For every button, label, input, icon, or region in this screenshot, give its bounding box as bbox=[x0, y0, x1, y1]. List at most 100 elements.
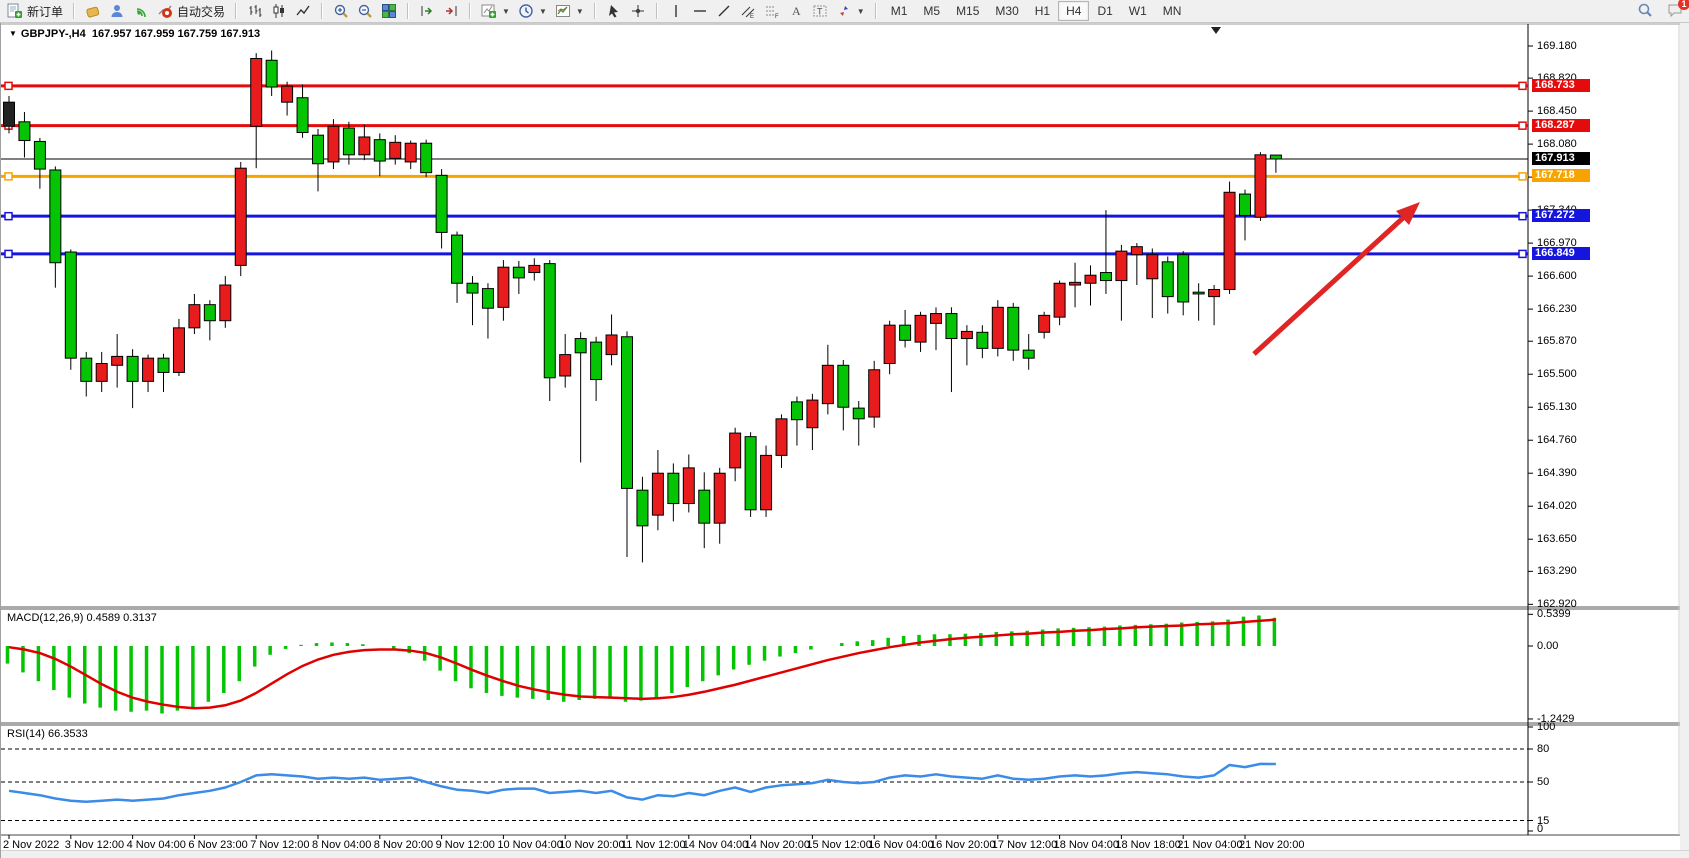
candle bbox=[652, 473, 663, 515]
pivot-line-handle[interactable] bbox=[1519, 173, 1526, 180]
timeframe-button-w1[interactable]: W1 bbox=[1121, 1, 1155, 21]
candle bbox=[668, 473, 679, 503]
text-button[interactable]: A bbox=[784, 2, 808, 20]
candle bbox=[544, 264, 555, 378]
candle bbox=[915, 315, 926, 342]
resistance-line-1-handle[interactable] bbox=[1519, 82, 1526, 89]
toolbar-button-label: 自动交易 bbox=[177, 3, 225, 20]
template-button[interactable]: ▼ bbox=[551, 2, 588, 20]
support-line-2-price-badge: 166.849 bbox=[1532, 247, 1590, 260]
chart-menu-icon[interactable]: ▼ bbox=[9, 29, 17, 38]
resistance-line-1-handle[interactable] bbox=[5, 82, 12, 89]
publisher-button[interactable] bbox=[81, 2, 105, 20]
cursor-button[interactable] bbox=[602, 2, 626, 20]
candle bbox=[529, 265, 540, 272]
chart-shift-marker[interactable] bbox=[1211, 27, 1221, 34]
candle bbox=[931, 314, 942, 324]
candle bbox=[482, 289, 493, 309]
bar-chart-button[interactable] bbox=[243, 2, 267, 20]
chevron-down-icon[interactable]: ▼ bbox=[576, 7, 584, 16]
vline-button[interactable] bbox=[664, 2, 688, 20]
chevron-down-icon[interactable]: ▼ bbox=[857, 7, 865, 16]
community-icon bbox=[109, 3, 125, 19]
main-toolbar: 新订单 自动交易 ▼ ▼ ▼ E FAT ▼ M1M5M15M30H1H4D1W1MN 1 bbox=[0, 0, 1689, 23]
vline-icon bbox=[668, 3, 684, 19]
timeframe-button-mn[interactable]: MN bbox=[1155, 1, 1190, 21]
timeframe-button-d1[interactable]: D1 bbox=[1089, 1, 1120, 21]
chat-badge: 1 bbox=[1678, 0, 1689, 10]
shift-chart-button[interactable] bbox=[415, 2, 439, 20]
trendline-button[interactable] bbox=[712, 2, 736, 20]
arrows-button[interactable]: ▼ bbox=[832, 2, 869, 20]
pivot-line-handle[interactable] bbox=[5, 173, 12, 180]
periods-button[interactable]: ▼ bbox=[514, 2, 551, 20]
candle bbox=[575, 339, 586, 353]
candle bbox=[266, 60, 277, 87]
candle bbox=[776, 419, 787, 456]
rsi-axis-label: 50 bbox=[1537, 776, 1549, 788]
line-chart-button[interactable] bbox=[291, 2, 315, 20]
zoom-out-button[interactable] bbox=[353, 2, 377, 20]
add-indicator-icon bbox=[481, 3, 497, 19]
candlestick-icon bbox=[271, 3, 287, 19]
price-axis-label: 166.600 bbox=[1537, 270, 1577, 282]
svg-text:F: F bbox=[775, 14, 779, 19]
support-line-2-handle[interactable] bbox=[5, 250, 12, 257]
price-axis-label: 168.080 bbox=[1537, 138, 1577, 150]
price-axis-label: 164.390 bbox=[1537, 467, 1577, 479]
signals-button[interactable] bbox=[129, 2, 153, 20]
candle bbox=[297, 98, 308, 133]
autotrading-icon bbox=[157, 3, 173, 19]
support-line-1-handle[interactable] bbox=[1519, 213, 1526, 220]
label-icon: T bbox=[812, 3, 828, 19]
crosshair-icon bbox=[630, 3, 646, 19]
candle bbox=[96, 364, 107, 382]
timeframe-button-m15[interactable]: M15 bbox=[948, 1, 987, 21]
chat-icon[interactable]: 1 bbox=[1667, 2, 1683, 21]
trendline-icon bbox=[716, 3, 732, 19]
label-button[interactable]: T bbox=[808, 2, 832, 20]
hline-button[interactable] bbox=[688, 2, 712, 20]
candle bbox=[946, 314, 957, 339]
crosshair-button[interactable] bbox=[626, 2, 650, 20]
search-icon[interactable] bbox=[1637, 2, 1653, 21]
timeframe-button-m5[interactable]: M5 bbox=[915, 1, 948, 21]
candlestick-button[interactable] bbox=[267, 2, 291, 20]
candle bbox=[359, 137, 370, 155]
candle bbox=[900, 325, 911, 340]
timeframe-button-h1[interactable]: H1 bbox=[1027, 1, 1058, 21]
candle bbox=[853, 408, 864, 419]
support-line-1-handle[interactable] bbox=[5, 213, 12, 220]
current-price-line-price-badge: 167.913 bbox=[1532, 152, 1590, 165]
candle bbox=[822, 365, 833, 403]
toolbar-separator bbox=[235, 3, 237, 19]
candle bbox=[838, 365, 849, 407]
chevron-down-icon[interactable]: ▼ bbox=[502, 7, 510, 16]
candle bbox=[560, 355, 571, 376]
candle bbox=[622, 337, 633, 489]
candle bbox=[730, 433, 741, 468]
add-indicator-button[interactable]: ▼ bbox=[477, 2, 514, 20]
fibo-button[interactable]: F bbox=[760, 2, 784, 20]
price-axis-label: 169.180 bbox=[1537, 40, 1577, 52]
candle bbox=[1039, 315, 1050, 332]
support-line-2-handle[interactable] bbox=[1519, 250, 1526, 257]
chart-plot[interactable] bbox=[1, 23, 1689, 858]
timeframe-button-h4[interactable]: H4 bbox=[1058, 1, 1089, 21]
community-button[interactable] bbox=[105, 2, 129, 20]
zoom-in-button[interactable] bbox=[329, 2, 353, 20]
timeframe-button-m1[interactable]: M1 bbox=[883, 1, 916, 21]
resistance-line-2-handle[interactable] bbox=[1519, 122, 1526, 129]
toolbar-separator bbox=[594, 3, 596, 19]
channel-button[interactable]: E bbox=[736, 2, 760, 20]
chevron-down-icon[interactable]: ▼ bbox=[539, 7, 547, 16]
template-icon bbox=[555, 3, 571, 19]
autoscroll-button[interactable] bbox=[439, 2, 463, 20]
autotrading-button[interactable]: 自动交易 bbox=[153, 2, 229, 21]
right-scroll-strip[interactable] bbox=[1680, 23, 1689, 850]
candle bbox=[1270, 155, 1281, 159]
timeframe-button-m30[interactable]: M30 bbox=[987, 1, 1026, 21]
new-order-button[interactable]: 新订单 bbox=[3, 2, 67, 21]
tile-windows-button[interactable] bbox=[377, 2, 401, 20]
candle bbox=[961, 331, 972, 338]
